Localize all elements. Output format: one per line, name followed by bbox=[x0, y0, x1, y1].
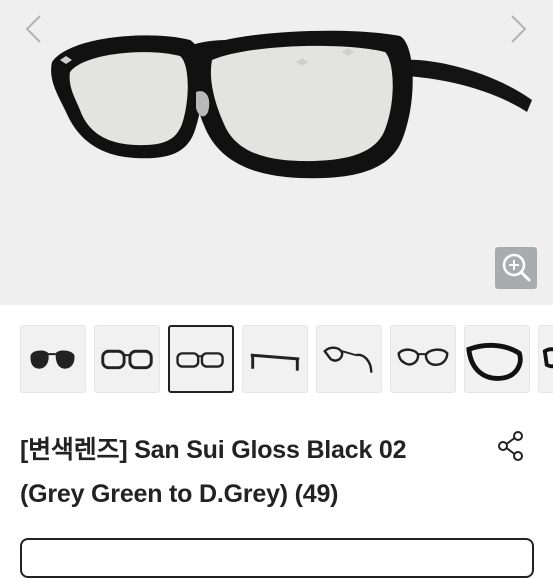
thumbnail-image bbox=[101, 349, 153, 370]
thumbnail-image bbox=[397, 348, 449, 367]
thumbnail-6[interactable] bbox=[390, 325, 456, 393]
zoom-button[interactable] bbox=[495, 247, 537, 289]
thumbnail-image bbox=[542, 347, 553, 369]
thumbnail-strip[interactable] bbox=[0, 305, 553, 415]
chevron-left-icon bbox=[25, 15, 41, 43]
share-icon bbox=[498, 431, 523, 461]
chevron-right-icon bbox=[511, 15, 527, 43]
product-image-gallery[interactable] bbox=[0, 0, 553, 305]
zoom-in-icon bbox=[502, 253, 531, 282]
thumbnail-image bbox=[466, 342, 523, 381]
thumbnail-8[interactable] bbox=[538, 325, 553, 393]
thumbnail-1[interactable] bbox=[20, 325, 86, 393]
product-title-line1: [변색렌즈] San Sui Gloss Black 02 bbox=[20, 436, 407, 464]
thumbnail-7[interactable] bbox=[464, 325, 530, 393]
product-title-line2: (Grey Green to D.Grey) (49) bbox=[20, 480, 339, 508]
thumbnail-4[interactable] bbox=[242, 325, 308, 393]
share-button[interactable] bbox=[497, 430, 525, 462]
gallery-prev-button[interactable] bbox=[20, 14, 48, 44]
thumbnail-3[interactable] bbox=[168, 325, 234, 393]
thumbnail-image bbox=[30, 350, 75, 369]
thumbnail-2[interactable] bbox=[94, 325, 160, 393]
thumbnail-image bbox=[176, 352, 224, 368]
thumbnail-5[interactable] bbox=[316, 325, 382, 393]
gallery-next-button[interactable] bbox=[504, 14, 532, 44]
product-title: [변색렌즈] San Sui Gloss Black 02 (Grey Gree… bbox=[20, 428, 490, 516]
product-image bbox=[51, 30, 532, 179]
option-select-box[interactable] bbox=[20, 538, 534, 578]
thumbnail-image bbox=[323, 346, 373, 373]
thumbnail-image bbox=[250, 353, 300, 371]
